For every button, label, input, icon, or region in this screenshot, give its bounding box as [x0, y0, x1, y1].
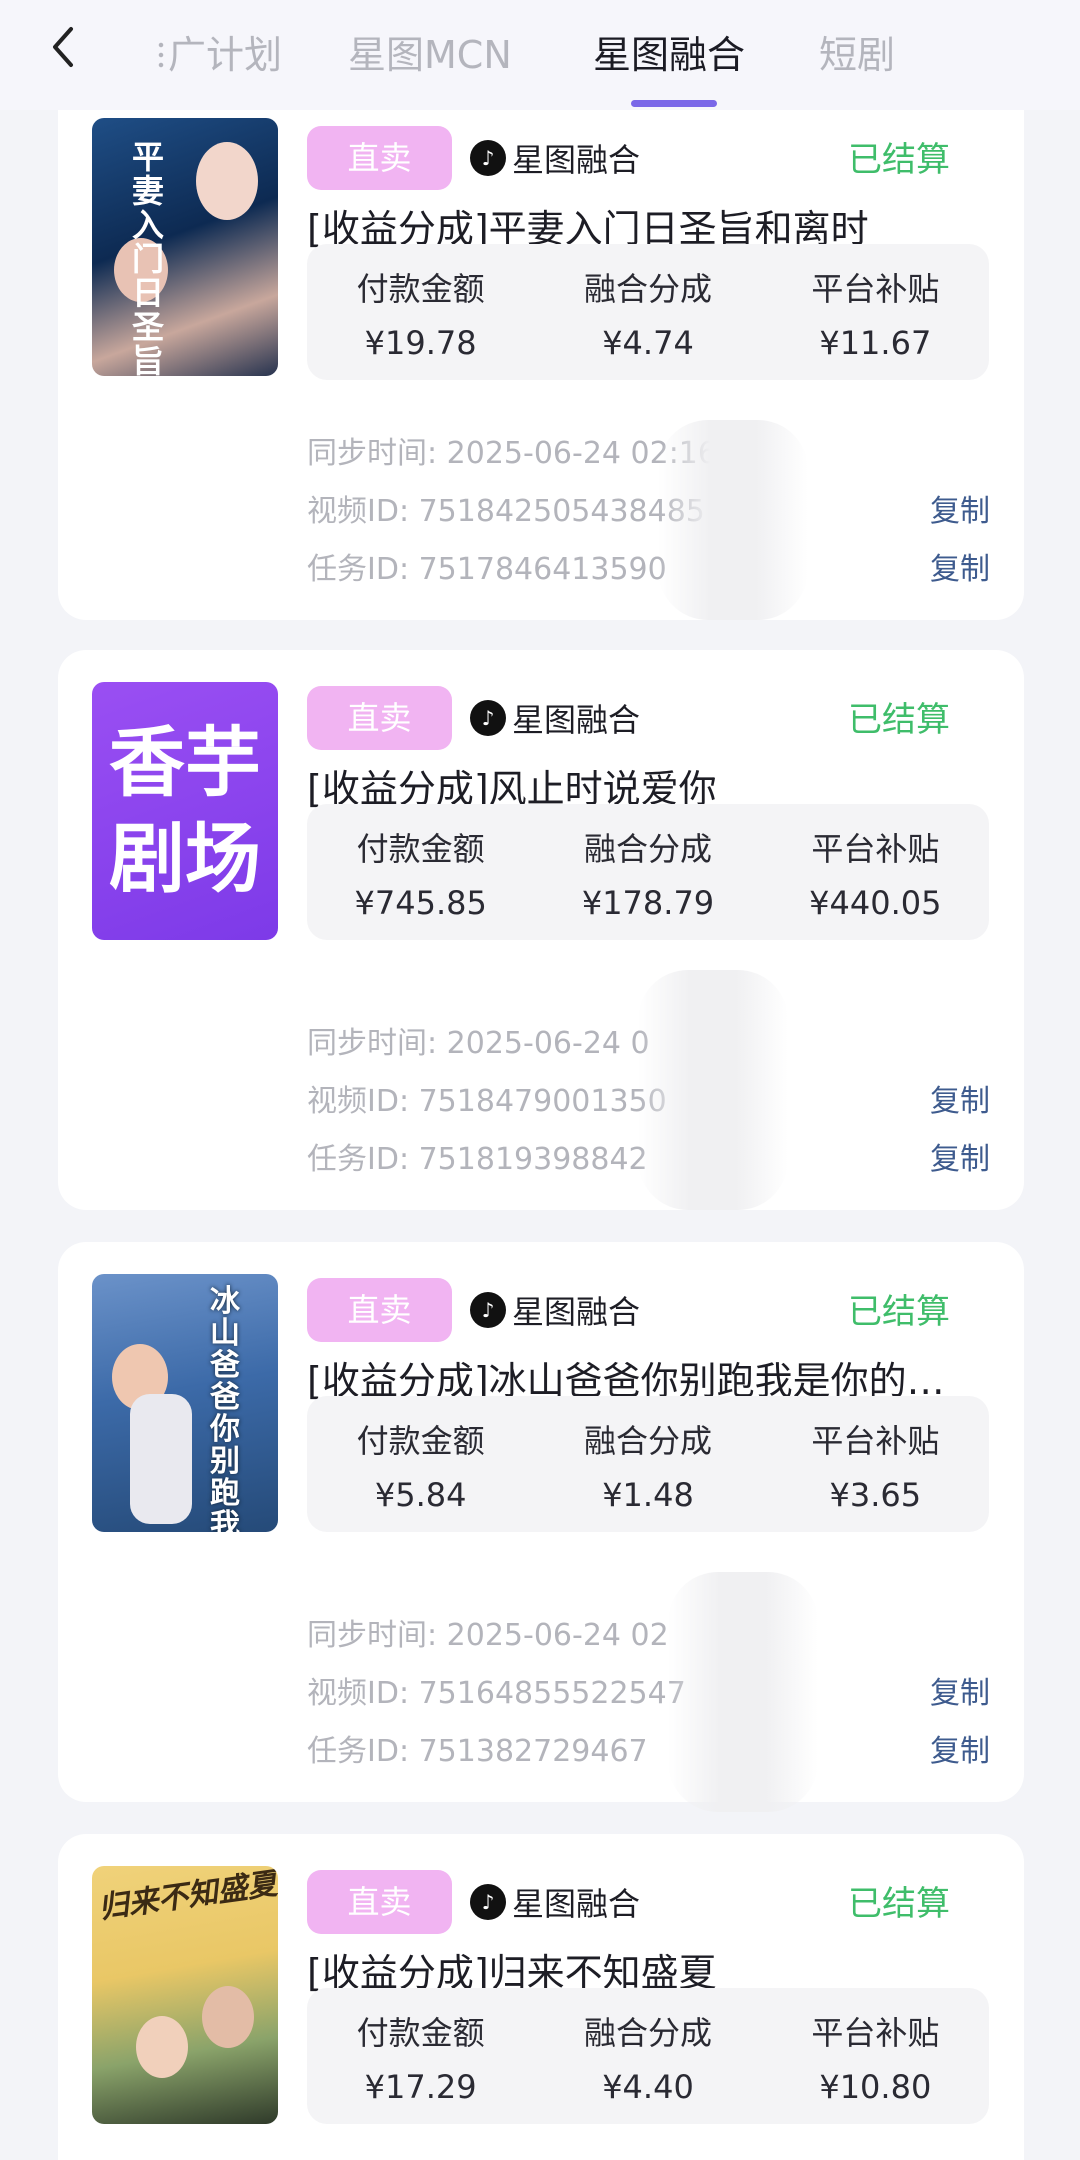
source-label: ♪ 星图融合 [470, 1878, 640, 1926]
settled-status: 已结算 [848, 700, 950, 740]
poster-face [196, 142, 258, 220]
video-id: 视频ID: 7518479001350 [307, 1084, 667, 1119]
sync-time: 同步时间: 2025-06-24 02 [307, 1618, 669, 1653]
douyin-icon: ♪ [470, 1292, 506, 1328]
redaction-mark [658, 420, 808, 620]
copy-task-id-button[interactable]: 复制 [930, 1726, 990, 1770]
drama-poster: 归来不知盛夏 [92, 1866, 278, 2124]
share-metric: 融合分成 ¥178.79 [581, 830, 715, 922]
video-id: 视频ID: 75184250543848​5 [307, 494, 705, 529]
share-metric: 融合分成 ¥4.74 [583, 270, 712, 362]
poster-title: 平妻入门日 圣旨和 [132, 138, 165, 376]
copy-task-id-button[interactable]: 复制 [930, 1134, 990, 1178]
payment-metric: 付款金额 ¥17.29 [356, 2014, 485, 2106]
metrics-panel: 付款金额 ¥5.84 融合分成 ¥1.48 平台补贴 ¥3.65 [307, 1396, 989, 1532]
sync-time: 同步时间: 2025-06-24 0 [307, 1026, 650, 1061]
order-card: 归来不知盛夏 直卖 ♪ 星图融合 已结算 [收益分成]归来不知盛夏 付款金额 ¥… [58, 1834, 1024, 2160]
payment-metric: 付款金额 ¥745.85 [354, 830, 487, 922]
settled-status: 已结算 [848, 1884, 950, 1924]
poster-face [136, 2016, 188, 2078]
redaction-mark [638, 970, 788, 1210]
poster-figure [130, 1394, 192, 1524]
payment-metric: 付款金额 ¥19.78 [356, 270, 485, 362]
active-tab-indicator [631, 100, 717, 107]
metrics-panel: 付款金额 ¥17.29 融合分成 ¥4.40 平台补贴 ¥10.80 [307, 1988, 989, 2124]
order-card: 平妻入门日 圣旨和 直卖 ♪ 星图融合 已结算 [收益分成]平妻入门日圣旨和离时… [58, 90, 1024, 620]
direct-sale-tag: 直卖 [307, 1278, 452, 1342]
redaction-mark [668, 1572, 818, 1812]
douyin-icon: ♪ [470, 1884, 506, 1920]
drama-poster: 冰山爸爸你别跑 我是你的小龙宝 [92, 1274, 278, 1532]
tab-ad-plan-partial[interactable]: 广计划 [158, 24, 282, 79]
task-id: 任务ID: 751819398842 [307, 1142, 648, 1177]
douyin-icon: ♪ [470, 140, 506, 176]
order-card: 冰山爸爸你别跑 我是你的小龙宝 直卖 ♪ 星图融合 已结算 [收益分成]冰山爸爸… [58, 1242, 1024, 1812]
chevron-left-icon [53, 27, 73, 67]
back-button[interactable] [38, 22, 88, 72]
direct-sale-tag: 直卖 [307, 126, 452, 190]
share-metric: 融合分成 ¥1.48 [583, 1422, 712, 1514]
tab-xingtu-mcn[interactable]: 星图MCN [348, 24, 512, 79]
task-id: 任务ID: 75138272946​7 [307, 1734, 648, 1769]
top-tab-bar: 广计划 星图MCN 星图融合 短剧 [0, 0, 1080, 110]
copy-video-id-button[interactable]: 复制 [930, 1668, 990, 1712]
settled-status: 已结算 [848, 140, 950, 180]
direct-sale-tag: 直卖 [307, 686, 452, 750]
share-metric: 融合分成 ¥4.40 [583, 2014, 712, 2106]
poster-title: 冰山爸爸你别跑 我是你的小龙宝 [210, 1284, 240, 1533]
direct-sale-tag: 直卖 [307, 1870, 452, 1934]
task-id: 任务ID: 7517846413590 [307, 552, 667, 587]
source-label: ♪ 星图融合 [470, 1286, 640, 1334]
earnings-page: 广计划 星图MCN 星图融合 短剧 平妻入门日 圣旨和 直卖 ♪ 星图融合 已结… [0, 0, 1080, 2160]
tab-short-drama[interactable]: 短剧 [819, 24, 895, 79]
video-id: 视频ID: 75164855522547 [307, 1676, 686, 1711]
drama-poster: 香芋剧场 [92, 682, 278, 940]
metrics-panel: 付款金额 ¥745.85 融合分成 ¥178.79 平台补贴 ¥440.05 [307, 804, 989, 940]
poster-face [202, 1986, 254, 2048]
poster-title: 香芋剧场 [109, 718, 261, 903]
drag-dots-icon [158, 40, 164, 70]
drama-poster: 平妻入门日 圣旨和 [92, 118, 278, 376]
poster-title: 归来不知盛夏 [96, 1866, 278, 1927]
metrics-panel: 付款金额 ¥19.78 融合分成 ¥4.74 平台补贴 ¥11.67 [307, 244, 989, 380]
subsidy-metric: 平台补贴 ¥10.80 [811, 2014, 940, 2106]
source-label: ♪ 星图融合 [470, 134, 640, 182]
payment-metric: 付款金额 ¥5.84 [356, 1422, 485, 1514]
subsidy-metric: 平台补贴 ¥3.65 [811, 1422, 940, 1514]
subsidy-metric: 平台补贴 ¥440.05 [809, 830, 942, 922]
copy-video-id-button[interactable]: 复制 [930, 486, 990, 530]
tab-list: 广计划 星图MCN 星图融合 短剧 [140, 0, 1080, 110]
source-label: ♪ 星图融合 [470, 694, 640, 742]
subsidy-metric: 平台补贴 ¥11.67 [811, 270, 940, 362]
copy-video-id-button[interactable]: 复制 [930, 1076, 990, 1120]
order-card: 香芋剧场 直卖 ♪ 星图融合 已结算 [收益分成]风止时说爱你 付款金额 ¥74… [58, 650, 1024, 1210]
douyin-icon: ♪ [470, 700, 506, 736]
settled-status: 已结算 [848, 1292, 950, 1332]
tab-xingtu-fusion[interactable]: 星图融合 [593, 24, 745, 79]
copy-task-id-button[interactable]: 复制 [930, 544, 990, 588]
